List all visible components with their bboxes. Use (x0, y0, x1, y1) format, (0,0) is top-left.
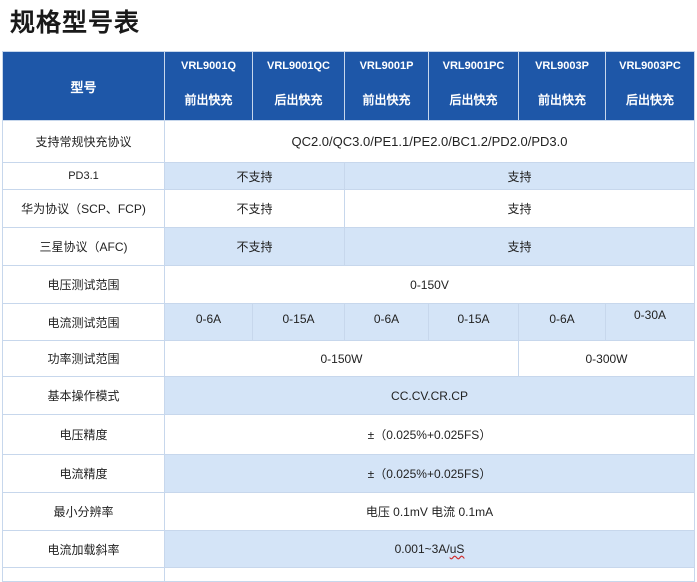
huawei-p-value: 支持 (344, 189, 695, 228)
current-range-row: 电流测试范围 0-6A 0-15A 0-6A 0-15A 0-6A 0-30A (2, 303, 695, 341)
power-range-9001-value: 0-150W (164, 340, 519, 377)
voltage-range-value: 0-150V (164, 265, 695, 304)
model-name: VRL9001P (359, 59, 414, 72)
header-row: 型号 VRL9001Q 前出快充 VRL9001QC 后出快充 VRL9001P… (2, 51, 695, 121)
voltage-accuracy-row: 电压精度 ±（0.025%+0.025FS） (2, 414, 695, 455)
row-label-empty (2, 567, 165, 582)
row-label: 电流加载斜率 (2, 530, 165, 568)
slew-rate-main: 0.001~3A/ (394, 542, 450, 556)
protocol-row: 支持常规快充协议 QC2.0/QC3.0/PE1.1/PE2.0/BC1.2/P… (2, 120, 695, 163)
current-range-value: 0-6A (518, 303, 606, 341)
model-column-header: VRL9001PC 后出快充 (428, 51, 519, 121)
row-label: 功率测试范围 (2, 340, 165, 377)
model-name: VRL9001PC (442, 59, 505, 72)
pd31-p-value: 支持 (344, 162, 695, 190)
current-accuracy-value: ±（0.025%+0.025FS） (164, 454, 695, 493)
model-column-header: VRL9003P 前出快充 (518, 51, 606, 121)
row-label: 支持常规快充协议 (2, 120, 165, 163)
resolution-row: 最小分辨率 电压 0.1mV 电流 0.1mA (2, 492, 695, 531)
model-type: 前出快充 (537, 92, 586, 107)
slew-rate-value: 0.001~3A/uS (164, 530, 695, 568)
modes-value: CC.CV.CR.CP (164, 376, 695, 415)
samsung-q-value: 不支持 (164, 227, 345, 266)
protocol-value: QC2.0/QC3.0/PE1.1/PE2.0/BC1.2/PD2.0/PD3.… (164, 120, 695, 163)
model-column-header: VRL9001Q 前出快充 (164, 51, 253, 121)
row-label: PD3.1 (2, 162, 165, 190)
row-label: 电压精度 (2, 414, 165, 455)
model-type: 前出快充 (184, 92, 233, 107)
voltage-accuracy-value: ±（0.025%+0.025FS） (164, 414, 695, 455)
row-value-empty (164, 567, 695, 582)
model-type: 后出快充 (625, 92, 674, 107)
power-range-9003-value: 0-300W (518, 340, 695, 377)
current-range-value: 0-15A (252, 303, 345, 341)
current-accuracy-row: 电流精度 ±（0.025%+0.025FS） (2, 454, 695, 493)
current-range-value: 0-30A (605, 303, 695, 341)
model-type: 前出快充 (362, 92, 411, 107)
model-column-header: VRL9003PC 后出快充 (605, 51, 695, 121)
row-label: 电流测试范围 (2, 303, 165, 341)
row-label: 基本操作模式 (2, 376, 165, 415)
model-name: VRL9001QC (267, 59, 330, 72)
huawei-q-value: 不支持 (164, 189, 345, 228)
samsung-p-value: 支持 (344, 227, 695, 266)
resolution-value: 电压 0.1mV 电流 0.1mA (164, 492, 695, 531)
huawei-row: 华为协议（SCP、FCP) 不支持 支持 (2, 189, 695, 228)
model-column-header: VRL9001P 前出快充 (344, 51, 429, 121)
row-label: 电流精度 (2, 454, 165, 493)
power-range-row: 功率测试范围 0-150W 0-300W (2, 340, 695, 377)
current-range-value: 0-6A (164, 303, 253, 341)
model-name: VRL9003P (535, 59, 589, 72)
row-label: 三星协议（AFC) (2, 227, 165, 266)
voltage-range-row: 电压测试范围 0-150V (2, 265, 695, 304)
page-title: 规格型号表 (10, 8, 141, 37)
model-name: VRL9003PC (619, 59, 681, 72)
current-range-value: 0-15A (428, 303, 519, 341)
model-name: VRL9001Q (180, 59, 237, 72)
pd31-q-value: 不支持 (164, 162, 345, 190)
modes-row: 基本操作模式 CC.CV.CR.CP (2, 376, 695, 415)
model-column-header: VRL9001QC 后出快充 (252, 51, 345, 121)
current-range-value: 0-6A (344, 303, 429, 341)
slew-rate-row: 电流加载斜率 0.001~3A/uS (2, 530, 695, 568)
pd31-row: PD3.1 不支持 支持 (2, 162, 695, 190)
table-row-partial (2, 567, 695, 582)
model-header-label: 型号 (2, 51, 165, 121)
slew-rate-unit: uS (449, 542, 465, 556)
model-type: 后出快充 (274, 92, 323, 107)
spec-table: 型号 VRL9001Q 前出快充 VRL9001QC 后出快充 VRL9001P… (2, 51, 695, 582)
row-label: 华为协议（SCP、FCP) (2, 189, 165, 228)
model-type: 后出快充 (449, 92, 498, 107)
row-label: 电压测试范围 (2, 265, 165, 304)
samsung-row: 三星协议（AFC) 不支持 支持 (2, 227, 695, 266)
row-label: 最小分辨率 (2, 492, 165, 531)
